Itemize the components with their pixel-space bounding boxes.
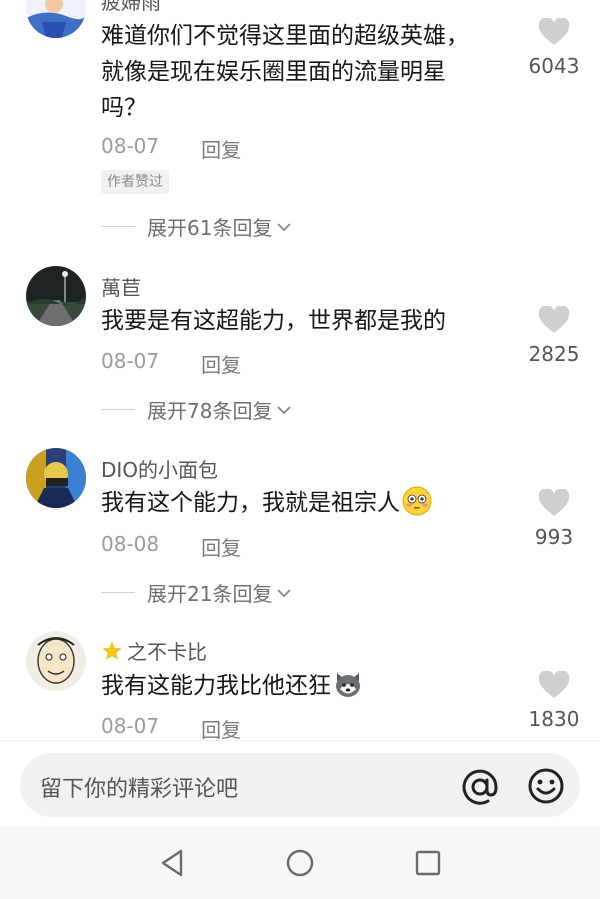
comment-date: 08-07 [101,714,160,738]
comment-input-bar: 留下你的精彩评论吧 [0,740,600,827]
comment-date: 08-08 [101,532,160,556]
comment-text: 难道你们不觉得这里面的超级英雄， 就像是现在娱乐圈里面的流量明星 吗？ [101,23,469,121]
like-button[interactable]: 6043 [522,18,586,78]
username[interactable]: DIO的小面包 [101,454,218,483]
username[interactable]: 之不卡比 [101,636,207,665]
husky-dog-emoji [336,673,360,697]
expand-replies-button[interactable]: 展开78条回复 [101,395,292,424]
username[interactable]: 萬苣 [101,272,141,301]
like-count: 6043 [528,54,580,78]
heart-icon [538,489,570,516]
comment-date: 08-07 [101,349,160,373]
reply-button[interactable]: 回复 [201,532,241,561]
comment-meta: 08-07 回复 [101,134,241,163]
comment-date: 08-07 [101,134,160,158]
back-triangle-icon[interactable] [157,848,187,878]
comment-meta: 08-07 回复 [101,714,241,740]
home-circle-icon[interactable] [285,848,315,878]
heart-icon [538,18,570,45]
heart-icon [538,306,570,333]
flushed-face-emoji [402,486,432,516]
divider-line [101,409,135,410]
comment-text: 我要是有这超能力，世界都是我的 [101,308,446,334]
avatar[interactable] [26,0,86,38]
username[interactable]: 疲婦雨 [101,0,161,15]
like-button[interactable]: 1830 [522,671,586,731]
smile-icon[interactable] [527,767,565,805]
comment-text: 我有这能力我比他还狂 [101,668,511,704]
recents-square-icon[interactable] [413,848,443,878]
avatar[interactable] [26,448,86,508]
chevron-down-icon [277,222,292,231]
system-nav-bar [0,826,600,899]
reply-button[interactable]: 回复 [201,134,241,163]
like-button[interactable]: 993 [522,489,586,549]
avatar[interactable] [26,631,86,691]
comment-input[interactable]: 留下你的精彩评论吧 [20,753,580,817]
heart-icon [538,671,570,698]
comment-input-placeholder: 留下你的精彩评论吧 [40,777,239,802]
expand-replies-button[interactable]: 展开21条回复 [101,578,292,607]
like-count: 993 [534,525,574,549]
avatar[interactable] [26,266,86,326]
chevron-down-icon [277,588,292,597]
divider-line [101,226,135,227]
at-icon[interactable] [460,767,500,807]
star-icon [102,640,122,660]
comment-meta: 08-08 回复 [101,532,241,561]
author-liked-badge: 作者赞过 [101,170,169,194]
comment-meta: 08-07 回复 [101,349,241,378]
like-count: 2825 [528,342,580,366]
comment-list: 疲婦雨 难道你们不觉得这里面的超级英雄， 就像是现在娱乐圈里面的流量明星 吗？ … [0,0,600,740]
reply-button[interactable]: 回复 [201,714,241,740]
divider-line [101,592,135,593]
reply-button[interactable]: 回复 [201,349,241,378]
like-button[interactable]: 2825 [522,306,586,366]
expand-replies-button[interactable]: 展开61条回复 [101,212,292,241]
chevron-down-icon [277,405,292,414]
comment-text: 我有这个能力，我就是祖宗人 [101,485,511,521]
like-count: 1830 [528,707,580,731]
